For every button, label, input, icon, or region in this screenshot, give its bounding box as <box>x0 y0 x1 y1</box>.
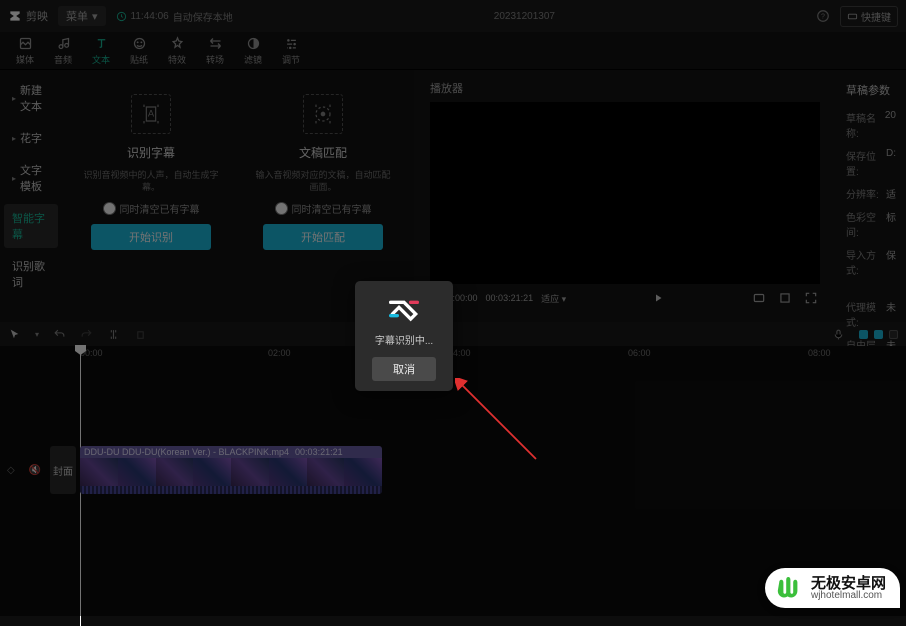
clip-name: DDU-DU DDU-DU(Korean Ver.) - BLACKPINK.m… <box>84 447 289 457</box>
autosave-status: 11:44:06 自动保存本地 <box>116 9 233 24</box>
clock-icon <box>116 11 127 22</box>
ratio-button[interactable] <box>776 289 794 307</box>
mic-button[interactable] <box>832 328 845 341</box>
ruler-tick: 06:00 <box>628 348 651 358</box>
prop-row: 代理模式:未 <box>846 299 896 329</box>
redo-button[interactable] <box>80 328 93 341</box>
prop-row: 导入方式:保 <box>846 247 896 277</box>
modal-message: 字幕识别中... <box>365 332 443 347</box>
player-title: 播放器 <box>430 80 820 96</box>
prop-row: 保存位置:D: <box>846 148 896 178</box>
brand: 剪映 <box>8 8 48 24</box>
pointer-chev[interactable]: ▾ <box>35 330 39 339</box>
props-title: 草稿参数 <box>846 82 896 98</box>
time-total: 00:03:21:21 <box>486 293 534 303</box>
svg-text:?: ? <box>821 13 825 20</box>
leftnav-花字[interactable]: ▸花字 <box>4 124 58 152</box>
zoom-in[interactable] <box>889 330 898 339</box>
delete-button[interactable] <box>134 328 147 341</box>
card-识别字幕: A 识别字幕识别音视频中的人声，自动生成字幕。 同时清空已有字幕开始识别 <box>70 84 232 308</box>
tool-特效[interactable]: 特效 <box>158 36 196 66</box>
tool-转场[interactable]: 转场 <box>196 36 234 66</box>
track-mute-icon[interactable]: 🔇 <box>29 465 41 476</box>
card-icon <box>303 94 343 134</box>
tool-文本[interactable]: 文本 <box>82 36 120 66</box>
card-checkbox[interactable]: 同时清空已有字幕 <box>275 201 372 216</box>
clip-duration: 00:03:21:21 <box>295 447 343 457</box>
project-date: 20231201307 <box>494 11 555 22</box>
menu-dropdown[interactable]: 菜单 ▾ <box>58 6 106 26</box>
card-action-button[interactable]: 开始识别 <box>91 224 211 250</box>
card-desc: 输入音视频对应的文稿，自动匹配画面。 <box>252 169 394 193</box>
cover-button[interactable]: 封面 <box>50 446 76 494</box>
undo-button[interactable] <box>53 328 66 341</box>
leftnav-文字模板[interactable]: ▸文字模板 <box>4 156 58 200</box>
tool-媒体[interactable]: 媒体 <box>6 36 44 66</box>
keyboard-icon <box>847 11 858 22</box>
card-title: 文稿匹配 <box>299 144 347 161</box>
cancel-button[interactable]: 取消 <box>372 357 436 381</box>
prop-row: 分辨率:适 <box>846 186 896 201</box>
ratio-dropdown[interactable]: 适应 ▾ <box>541 292 566 305</box>
video-clip[interactable]: DDU-DU DDU-DU(Korean Ver.) - BLACKPINK.m… <box>80 446 382 494</box>
card-checkbox[interactable]: 同时清空已有字幕 <box>103 201 200 216</box>
app-logo-icon <box>384 295 424 323</box>
pointer-tool[interactable] <box>8 328 21 341</box>
tool-贴纸[interactable]: 贴纸 <box>120 36 158 66</box>
card-desc: 识别音视频中的人声，自动生成字幕。 <box>80 169 222 193</box>
watermark-url: wjhotelmall.com <box>811 591 886 601</box>
tool-滤镜[interactable]: 滤镜 <box>234 36 272 66</box>
watermark: 无极安卓网 wjhotelmall.com <box>765 568 900 608</box>
card-文稿匹配: 文稿匹配输入音视频对应的文稿，自动匹配画面。 同时清空已有字幕开始匹配 <box>242 84 404 308</box>
snapshot-button[interactable] <box>750 289 768 307</box>
prop-row: 色彩空间:标 <box>846 209 896 239</box>
processing-modal: 字幕识别中... 取消 <box>355 281 453 391</box>
svg-text:A: A <box>148 108 155 118</box>
brand-icon <box>8 9 22 23</box>
tool-音频[interactable]: 音频 <box>44 36 82 66</box>
chevron-down-icon: ▾ <box>92 10 98 23</box>
card-icon: A <box>131 94 171 134</box>
wuji-logo-icon <box>775 574 803 602</box>
watermark-name: 无极安卓网 <box>811 576 886 591</box>
zoom-fit[interactable] <box>874 330 883 339</box>
split-button[interactable] <box>107 328 120 341</box>
zoom-out[interactable] <box>859 330 868 339</box>
help-icon[interactable]: ? <box>816 9 830 23</box>
card-action-button[interactable]: 开始匹配 <box>263 224 383 250</box>
clip-audio-wave <box>80 486 382 494</box>
ruler-tick: 02:00 <box>268 348 291 358</box>
shortcuts-button[interactable]: 快捷键 <box>840 6 898 27</box>
leftnav-智能字幕[interactable]: 智能字幕 <box>4 204 58 248</box>
play-button[interactable] <box>649 289 667 307</box>
leftnav-识别歌词[interactable]: 识别歌词 <box>4 252 58 296</box>
track-lock-icon[interactable]: ◇ <box>7 465 15 476</box>
tool-调节[interactable]: 调节 <box>272 36 310 66</box>
card-title: 识别字幕 <box>127 144 175 161</box>
player-viewport[interactable] <box>430 102 820 284</box>
prop-row: 草稿名称:20 <box>846 110 896 140</box>
ruler-tick: 08:00 <box>808 348 831 358</box>
fullscreen-button[interactable] <box>802 289 820 307</box>
leftnav-新建文本[interactable]: ▸新建文本 <box>4 76 58 120</box>
